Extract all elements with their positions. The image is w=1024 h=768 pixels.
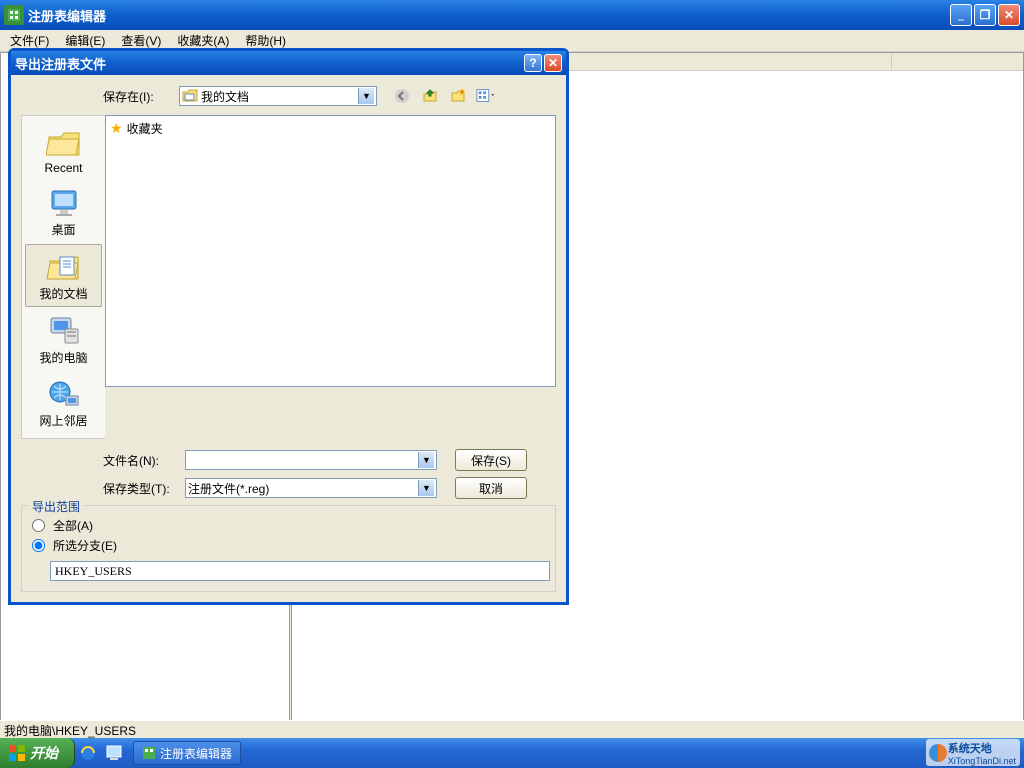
place-desktop-label: 桌面 (51, 221, 75, 238)
network-icon (46, 378, 82, 410)
dialog-help-button[interactable]: ? (524, 54, 542, 72)
start-label: 开始 (30, 743, 58, 763)
restore-button[interactable]: ❐ (974, 4, 996, 26)
chevron-down-icon[interactable]: ▼ (418, 452, 434, 468)
place-mycomputer-label: 我的电脑 (39, 349, 87, 366)
radio-all[interactable]: 全部(A) (32, 517, 545, 534)
place-recent[interactable]: Recent (25, 121, 102, 179)
place-desktop[interactable]: 桌面 (25, 181, 102, 242)
start-button[interactable]: 开始 (0, 738, 75, 768)
dialog-body: 保存在(I): 我的文档 ▼ (11, 75, 566, 602)
place-network[interactable]: 网上邻居 (25, 372, 102, 433)
place-mycomputer[interactable]: 我的电脑 (25, 309, 102, 370)
main-titlebar: 注册表编辑器 _ ❐ ✕ (0, 0, 1024, 30)
watermark: 系统天地 XiTongTianDi.net (926, 739, 1020, 766)
chevron-down-icon[interactable]: ▼ (358, 88, 374, 104)
back-icon[interactable] (391, 85, 413, 107)
places-bar: Recent 桌面 我的文档 (21, 115, 105, 439)
regedit-icon (4, 5, 24, 25)
filetype-combo[interactable]: 注册文件(*.reg) ▼ (185, 478, 437, 498)
status-path: 我的电脑\HKEY_USERS (4, 724, 136, 738)
dialog-close-button[interactable]: ✕ (544, 54, 562, 72)
task-regedit[interactable]: 注册表编辑器 (133, 741, 241, 765)
windows-logo-icon (8, 744, 26, 762)
watermark-line1: 系统天地 (948, 740, 1016, 756)
place-network-label: 网上邻居 (39, 412, 87, 429)
desktop-icon (46, 187, 82, 219)
ie-icon[interactable] (77, 742, 99, 764)
radio-all-input[interactable] (32, 519, 45, 532)
file-item-label: 收藏夹 (127, 120, 163, 137)
watermark-line2: XiTongTianDi.net (948, 756, 1016, 766)
file-list-area[interactable]: ★ 收藏夹 (105, 115, 556, 387)
radio-selected-input[interactable] (32, 539, 45, 552)
place-mydocs-label: 我的文档 (39, 285, 87, 302)
filename-label: 文件名(N): (103, 452, 175, 469)
radio-selected-branch[interactable]: 所选分支(E) (32, 537, 545, 554)
group-legend: 导出范围 (28, 498, 84, 515)
dialog-title-text: 导出注册表文件 (15, 54, 106, 73)
export-range-group: 导出范围 全部(A) 所选分支(E) (21, 505, 556, 592)
filename-input[interactable]: ▼ (185, 450, 437, 470)
taskbar: 开始 注册表编辑器 (0, 738, 1024, 768)
branch-path-input[interactable] (50, 561, 550, 581)
folder-icon (182, 89, 198, 103)
folder-recent-icon (46, 127, 82, 159)
window-title: 注册表编辑器 (28, 6, 106, 25)
export-dialog: 导出注册表文件 ? ✕ 保存在(I): 我的文档 ▼ (8, 48, 569, 605)
mycomputer-icon (46, 315, 82, 347)
close-button[interactable]: ✕ (998, 4, 1020, 26)
new-folder-icon[interactable] (447, 85, 469, 107)
chevron-down-icon[interactable]: ▼ (418, 480, 434, 496)
save-in-label: 保存在(I): (103, 88, 173, 105)
status-bar: 我的电脑\HKEY_USERS (0, 720, 1024, 738)
place-recent-label: Recent (44, 161, 82, 175)
mydocs-icon (46, 251, 82, 283)
place-mydocs[interactable]: 我的文档 (25, 244, 102, 307)
save-in-value: 我的文档 (201, 88, 249, 105)
favorites-star-icon: ★ (110, 120, 123, 137)
filetype-label: 保存类型(T): (103, 480, 175, 497)
save-in-combo[interactable]: 我的文档 ▼ (179, 86, 377, 106)
radio-selected-label: 所选分支(E) (53, 537, 117, 554)
watermark-logo-icon (928, 743, 948, 763)
show-desktop-icon[interactable] (103, 742, 125, 764)
up-one-level-icon[interactable] (419, 85, 441, 107)
view-menu-icon[interactable] (475, 85, 497, 107)
radio-all-label: 全部(A) (53, 517, 93, 534)
cancel-button[interactable]: 取消 (455, 477, 527, 499)
dialog-titlebar: 导出注册表文件 ? ✕ (11, 51, 566, 75)
list-item[interactable]: ★ 收藏夹 (110, 120, 551, 137)
save-button[interactable]: 保存(S) (455, 449, 527, 471)
minimize-button[interactable]: _ (950, 4, 972, 26)
filetype-value: 注册文件(*.reg) (188, 480, 269, 497)
task-label: 注册表编辑器 (160, 745, 232, 762)
regedit-task-icon (142, 746, 156, 760)
